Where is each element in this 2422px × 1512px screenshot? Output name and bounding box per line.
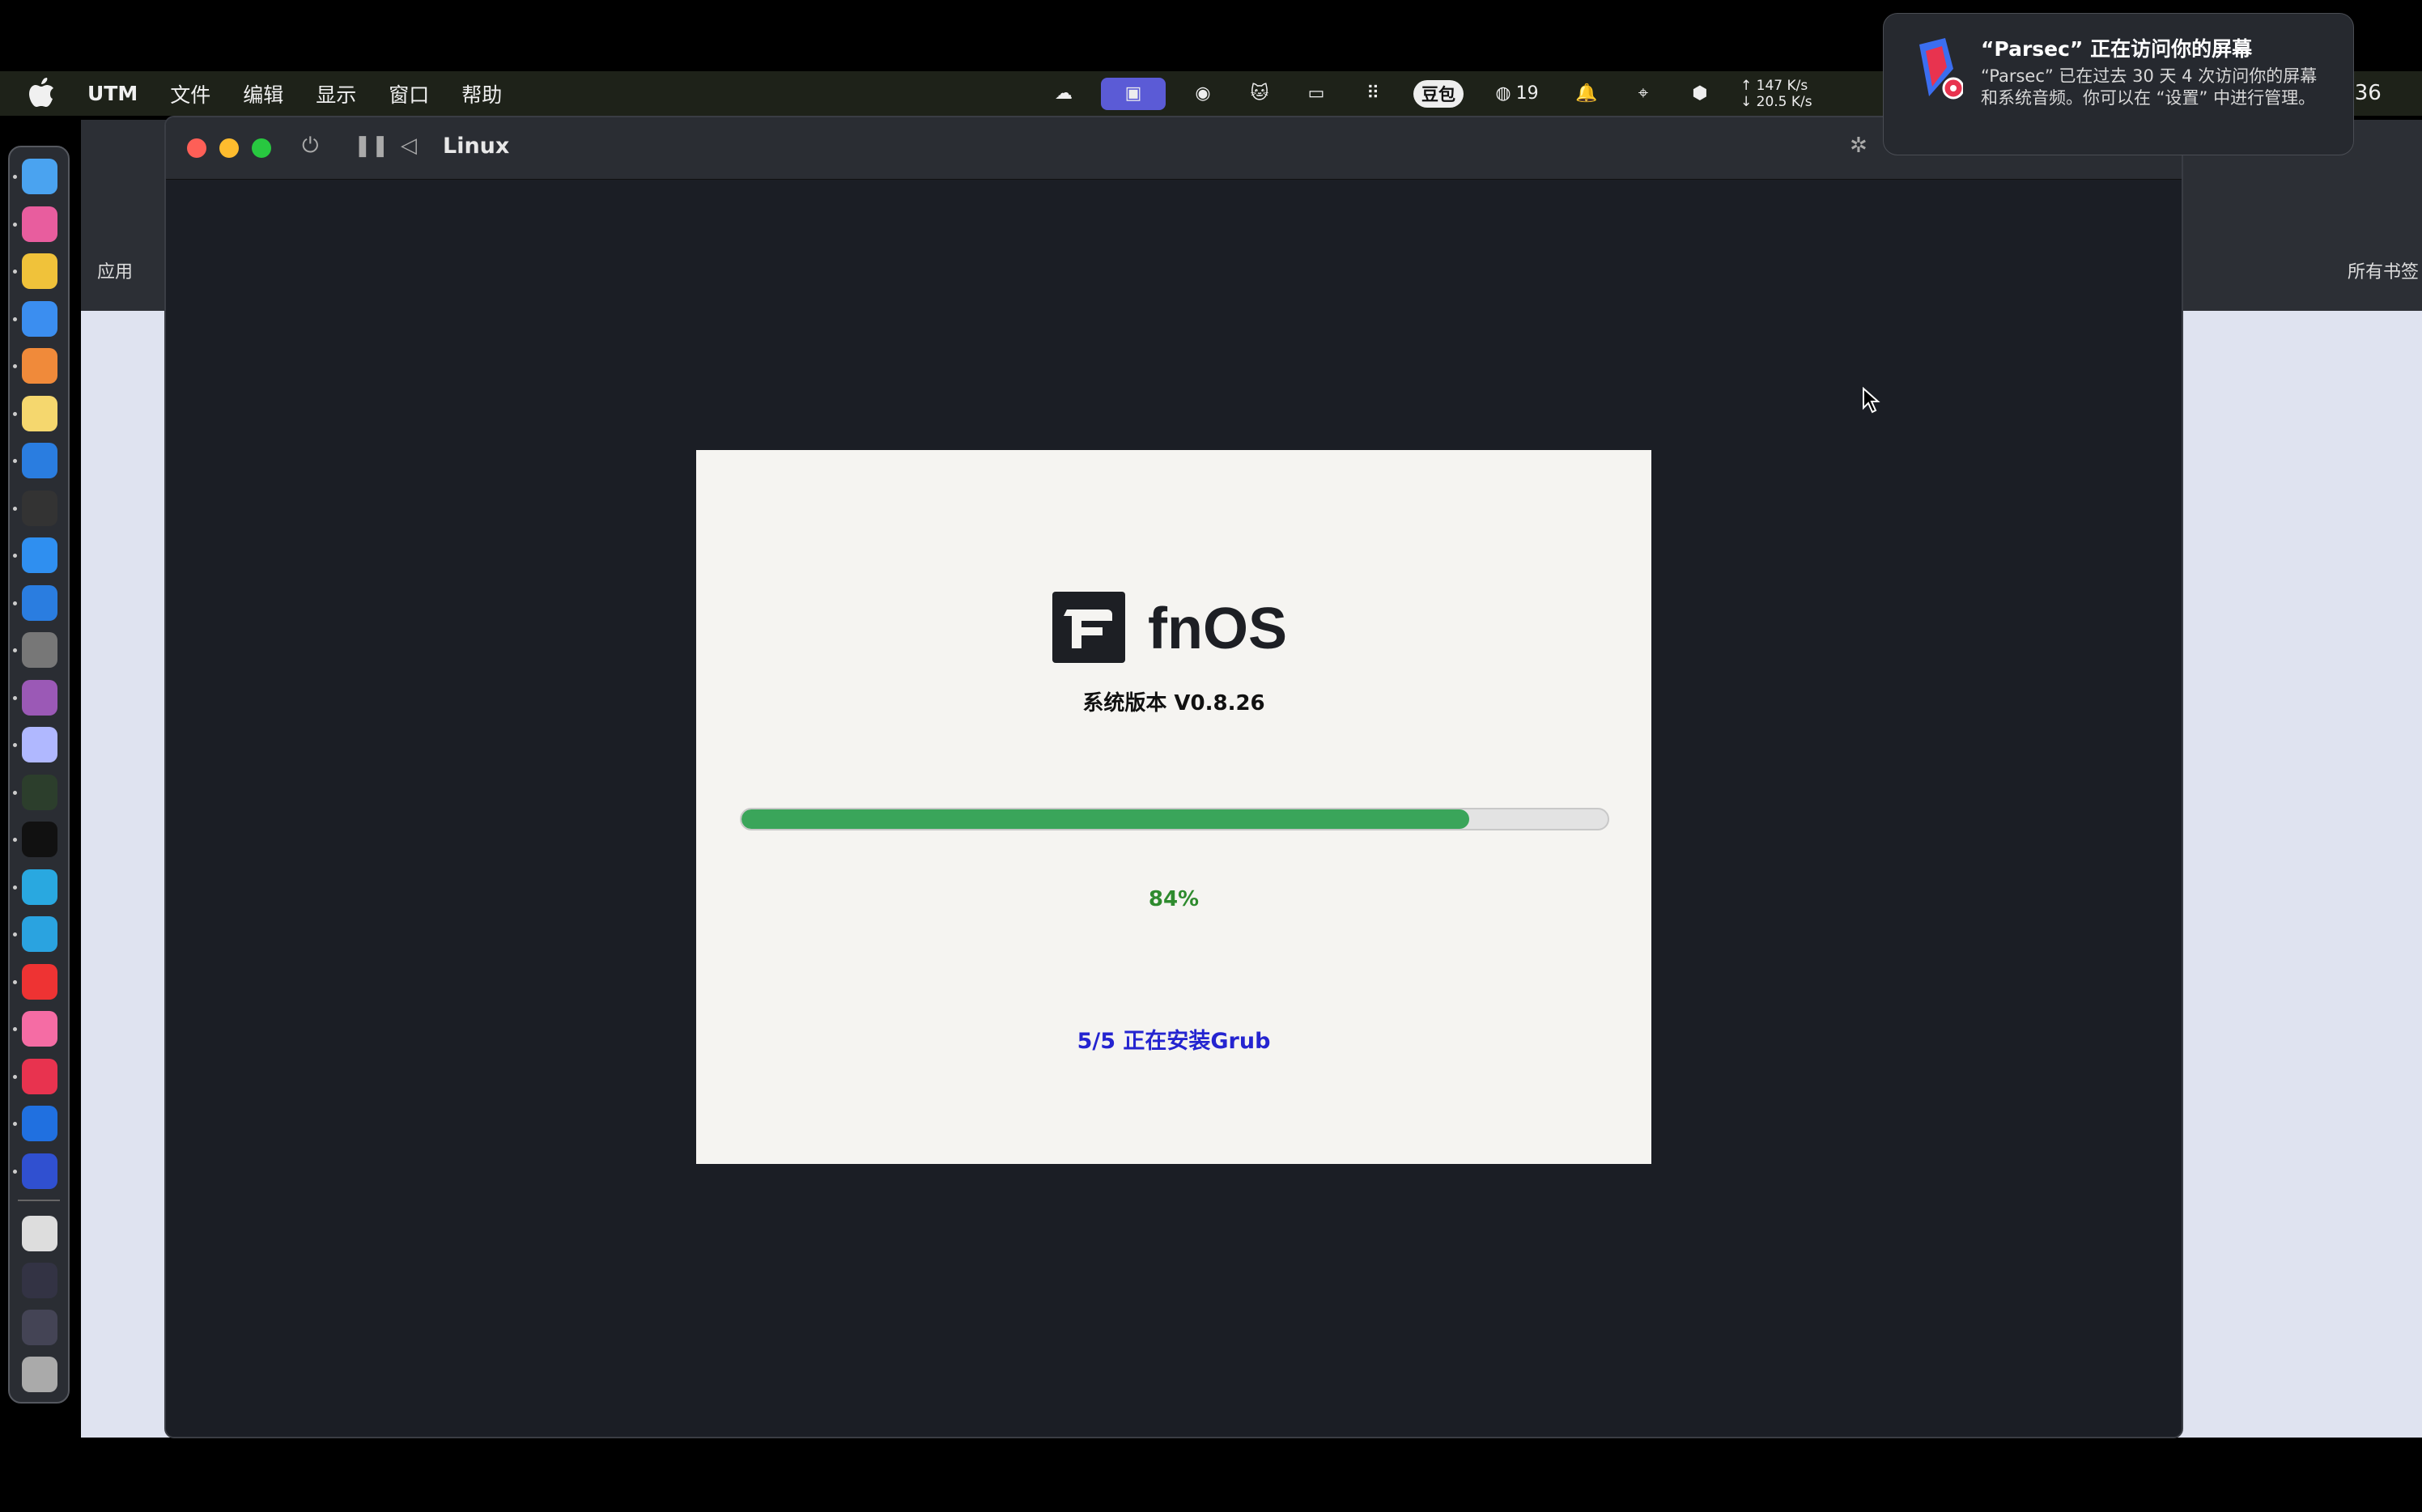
net-up: ↑ 147 K/s (1740, 77, 1808, 94)
menu-file[interactable]: 文件 (170, 79, 210, 108)
running-indicator-dot (13, 1169, 17, 1174)
parsec-icon[interactable] (22, 1058, 57, 1094)
terminal-icon[interactable] (22, 490, 57, 526)
safari-icon[interactable] (22, 300, 57, 337)
progress-percent: 84% (1148, 887, 1200, 911)
network-speed: ↑ 147 K/s ↓ 20.5 K/s (1740, 78, 1812, 110)
bookmark-apps[interactable]: 应用 (97, 257, 133, 283)
podcast-icon[interactable] (22, 679, 57, 716)
record-icon[interactable]: ◉ (1183, 78, 1222, 110)
running-indicator-dot (13, 838, 17, 842)
grid-icon[interactable]: ⠿ (1353, 78, 1392, 110)
notification-body: “Parsec” 已在过去 30 天 4 次访问你的屏幕和系统音频。你可以在 “… (1981, 66, 2318, 108)
running-indicator-dot (13, 601, 17, 605)
running-indicator-dot (13, 459, 17, 463)
activity-icon[interactable] (22, 774, 57, 810)
doubao-badge: 豆包 (1413, 79, 1464, 108)
telegram-icon[interactable] (22, 916, 57, 952)
parsec-icon (1919, 38, 1963, 100)
notification-title: “Parsec” 正在访问你的屏幕 (1981, 37, 2253, 61)
remote-icon[interactable] (22, 1153, 57, 1189)
utm-vm-window: ⏻ ❚❚ ◁ Linux ✲ fnOS 系统版本 V0.8.26 84% 5/5… (164, 116, 2183, 1438)
menu-app-name[interactable]: UTM (87, 82, 138, 105)
music-icon: ◍ (1495, 83, 1511, 104)
lark-icon[interactable] (22, 869, 57, 905)
zoom-window-button[interactable] (252, 138, 271, 158)
running-indicator-dot (13, 1122, 17, 1126)
apple-logo-icon[interactable] (29, 78, 55, 108)
document-icon[interactable] (22, 1216, 57, 1251)
net-down: ↓ 20.5 K/s (1740, 93, 1812, 110)
cat-icon[interactable]: 🐱 (1240, 78, 1279, 110)
power-icon[interactable]: ⏻ (302, 134, 319, 159)
running-indicator-dot (13, 743, 17, 747)
shield-icon[interactable]: ⬢ (1681, 78, 1719, 110)
photos-icon[interactable] (22, 348, 57, 384)
pause-icon[interactable]: ❚❚ (354, 134, 389, 158)
window-title: Linux (443, 134, 510, 159)
screen-share-icon[interactable]: ▣ (1101, 77, 1166, 110)
install-step: 5/5 正在安装Grub (1077, 1029, 1271, 1054)
menu-view[interactable]: 显示 (316, 79, 356, 108)
running-indicator-dot (13, 695, 17, 700)
window-thumb2-icon[interactable] (22, 1310, 57, 1345)
running-indicator-dot (13, 411, 17, 416)
appstore-icon[interactable] (22, 537, 57, 573)
running-indicator-dot (13, 222, 17, 227)
fnos-logo-icon (1052, 592, 1125, 663)
close-window-button[interactable] (187, 138, 206, 158)
teamviewer-icon[interactable] (22, 1106, 57, 1141)
mouse-cursor-icon (1863, 387, 1880, 414)
menu-help[interactable]: 帮助 (461, 79, 502, 108)
bell-icon[interactable]: 🔔 (1567, 78, 1606, 110)
display-icon[interactable]: ▭ (1297, 78, 1336, 110)
finder-icon[interactable] (22, 159, 57, 194)
running-indicator-dot (13, 506, 17, 511)
fnos-logo-text: fnOS (1148, 597, 1287, 661)
back-icon[interactable]: ◁ (401, 134, 417, 158)
running-indicator-dot (13, 932, 17, 937)
binoculars-icon[interactable]: ⌖ (1624, 78, 1663, 110)
qq-icon[interactable] (22, 822, 57, 857)
trash-icon[interactable] (22, 1357, 57, 1392)
running-indicator-dot (13, 175, 17, 179)
settings-icon[interactable] (22, 632, 57, 668)
vscode-icon[interactable] (22, 443, 57, 478)
tray-count: 19 (1515, 83, 1539, 104)
install-progress-bar (740, 808, 1609, 830)
parsec-notification[interactable]: “Parsec” 正在访问你的屏幕 “Parsec” 已在过去 30 天 4 次… (1883, 13, 2354, 155)
all-bookmarks[interactable]: 所有书签 (2348, 257, 2419, 283)
running-indicator-dot (13, 648, 17, 652)
launchpad-icon[interactable] (22, 206, 57, 242)
progress-fill (741, 809, 1469, 829)
running-indicator-dot (13, 885, 17, 890)
menu-edit[interactable]: 编辑 (243, 79, 283, 108)
window-thumb-icon[interactable] (22, 1263, 57, 1298)
avatar-icon[interactable] (22, 727, 57, 762)
notes-icon[interactable] (22, 395, 57, 431)
music-tray-icon[interactable]: ◍ 19 (1485, 78, 1549, 110)
window-titlebar: ⏻ ❚❚ ◁ Linux ✲ (166, 117, 2182, 180)
system-version: 系统版本 V0.8.26 (1082, 691, 1265, 716)
doubao-icon[interactable]: 豆包 (1410, 78, 1467, 110)
minimize-window-button[interactable] (219, 138, 239, 158)
running-indicator-dot (13, 270, 17, 274)
running-indicator-dot (13, 554, 17, 558)
dock-separator (18, 1200, 60, 1201)
capture-input-icon[interactable]: ✲ (1850, 134, 1867, 158)
running-indicator-dot (13, 1027, 17, 1031)
network-icon[interactable] (22, 584, 57, 621)
cloud-icon[interactable]: ☁ (1044, 78, 1083, 110)
netease-music-icon[interactable] (22, 963, 57, 1000)
menu-window[interactable]: 窗口 (389, 79, 429, 108)
running-indicator-dot (13, 364, 17, 368)
fnos-installer-panel: fnOS 系统版本 V0.8.26 84% 5/5 正在安装Grub (696, 450, 1651, 1164)
running-indicator-dot (13, 316, 17, 321)
running-indicator-dot (13, 790, 17, 795)
running-indicator-dot (13, 979, 17, 984)
chrome-icon[interactable] (22, 253, 57, 289)
running-indicator-dot (13, 1074, 17, 1079)
cloud-icon[interactable] (22, 1011, 57, 1047)
dock (8, 146, 70, 1404)
